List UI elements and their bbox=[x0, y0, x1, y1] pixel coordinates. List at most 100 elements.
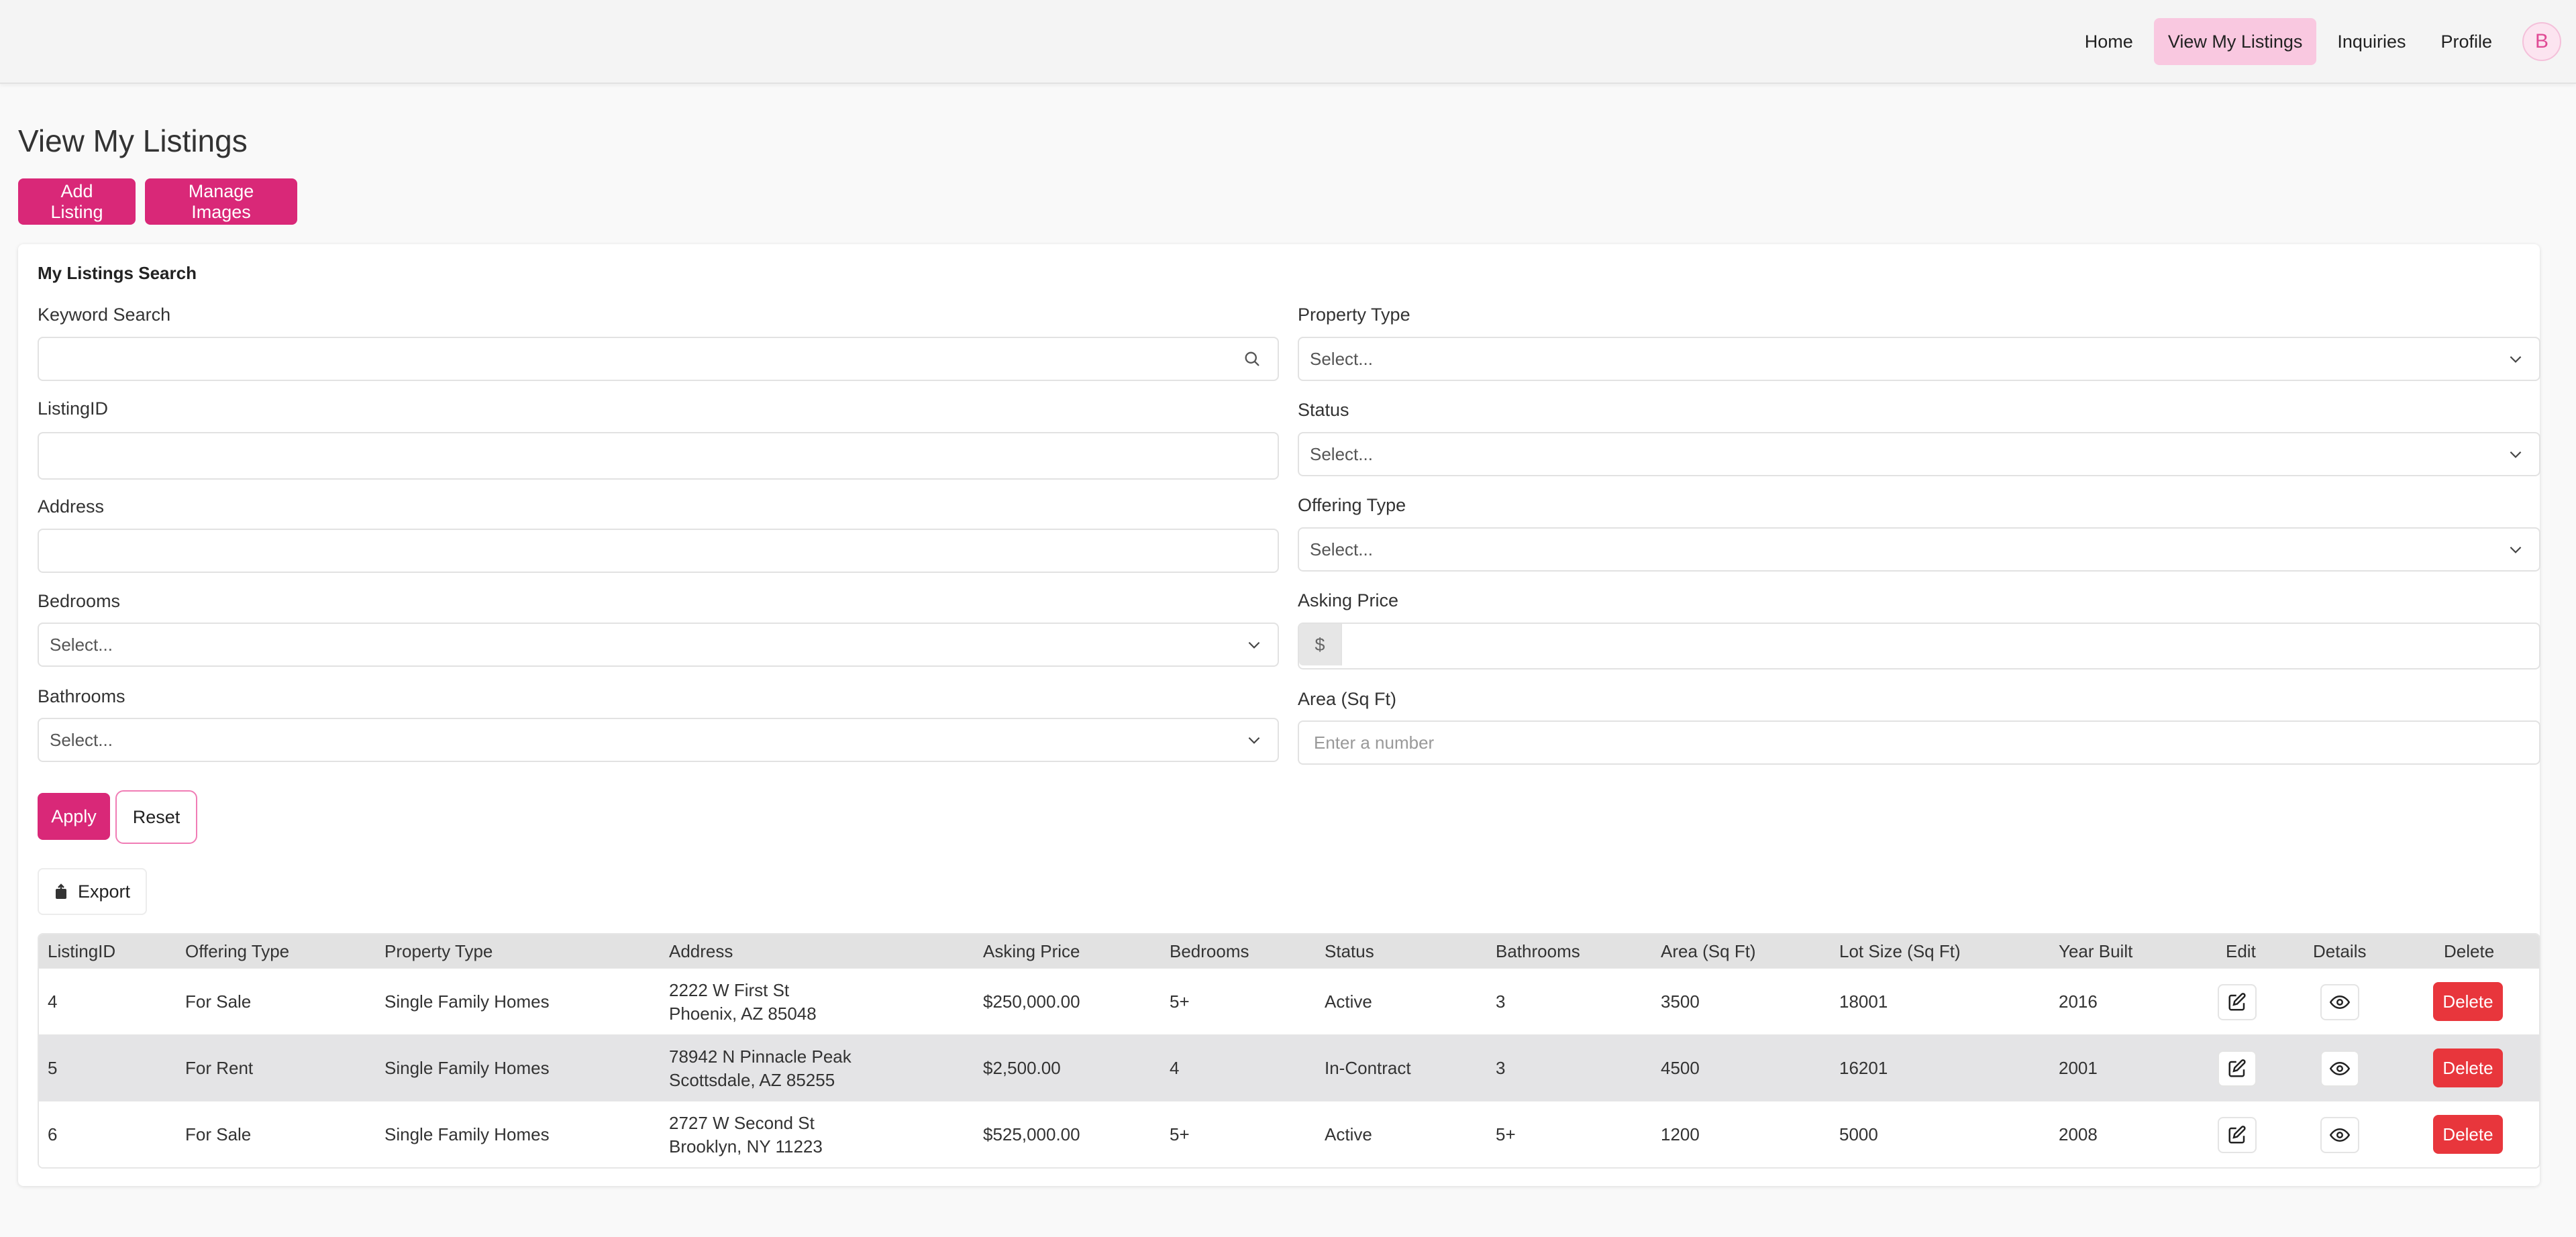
apply-button[interactable]: Apply bbox=[38, 793, 110, 840]
th-area[interactable]: Area (Sq Ft) bbox=[1661, 934, 1756, 968]
th-edit: Edit bbox=[2226, 941, 2256, 961]
cell-property-type: Single Family Homes bbox=[384, 1124, 550, 1144]
th-year-built[interactable]: Year Built bbox=[2059, 934, 2132, 968]
bedrooms-label: Bedrooms bbox=[38, 591, 121, 611]
listings-search-card: My Listings Search Keyword Search Listin… bbox=[18, 244, 2540, 1186]
chevron-down-icon bbox=[2510, 356, 2522, 363]
eye-icon bbox=[2330, 1061, 2350, 1076]
manage-images-button[interactable]: Manage Images bbox=[145, 178, 297, 225]
th-bedrooms[interactable]: Bedrooms bbox=[1170, 934, 1249, 968]
add-listing-button[interactable]: Add Listing bbox=[18, 178, 136, 225]
address-label: Address bbox=[38, 496, 105, 517]
property-type-label: Property Type bbox=[1298, 305, 1410, 325]
reset-button[interactable]: Reset bbox=[115, 790, 197, 844]
cell-listing-id: 5 bbox=[48, 1058, 58, 1078]
address-input[interactable] bbox=[38, 529, 1279, 573]
address-line-2: Phoenix, AZ 85048 bbox=[669, 1003, 817, 1024]
cell-year-built: 2008 bbox=[2059, 1124, 2098, 1144]
details-button[interactable] bbox=[2320, 1117, 2359, 1153]
cell-year-built: 2016 bbox=[2059, 991, 2098, 1012]
address-line-1: 2222 W First St bbox=[669, 979, 790, 1000]
cell-bedrooms: 5+ bbox=[1170, 991, 1190, 1012]
currency-addon: $ bbox=[1299, 624, 1342, 665]
cell-bathrooms: 3 bbox=[1496, 1058, 1506, 1078]
bathrooms-value: Select... bbox=[50, 730, 113, 750]
cell-lot-size: 16201 bbox=[1839, 1058, 1888, 1078]
cell-offering-type: For Rent bbox=[185, 1058, 254, 1078]
offering-type-value: Select... bbox=[1310, 539, 1373, 559]
nav-view-my-listings[interactable]: View My Listings bbox=[2153, 18, 2317, 65]
property-type-value: Select... bbox=[1310, 349, 1373, 369]
export-icon bbox=[56, 883, 66, 899]
cell-offering-type: For Sale bbox=[185, 1124, 252, 1144]
cell-offering-type: For Sale bbox=[185, 991, 252, 1012]
nav-profile[interactable]: Profile bbox=[2426, 18, 2506, 65]
status-label: Status bbox=[1298, 400, 1349, 420]
cell-area: 3500 bbox=[1661, 991, 1700, 1012]
area-input[interactable]: Enter a number bbox=[1298, 720, 2540, 765]
cell-asking-price: $525,000.00 bbox=[983, 1124, 1080, 1144]
avatar[interactable]: B bbox=[2522, 22, 2561, 61]
address-line-1: 78942 N Pinnacle Peak bbox=[669, 1046, 852, 1067]
listing-id-input[interactable] bbox=[38, 432, 1279, 480]
edit-button[interactable] bbox=[2218, 984, 2257, 1020]
th-asking-price[interactable]: Asking Price bbox=[983, 934, 1080, 968]
address-line-2: Brooklyn, NY 11223 bbox=[669, 1136, 823, 1157]
top-nav: Home View My Listings Inquiries Profile … bbox=[0, 0, 2576, 84]
bathrooms-select[interactable]: Select... bbox=[38, 718, 1279, 762]
th-address[interactable]: Address bbox=[669, 934, 733, 968]
keyword-search-label: Keyword Search bbox=[38, 305, 171, 325]
cell-status: Active bbox=[1325, 1124, 1372, 1144]
asking-price-input[interactable]: $ bbox=[1298, 623, 2540, 669]
address-line-1: 2727 W Second St bbox=[669, 1112, 815, 1133]
th-listing-id[interactable]: ListingID bbox=[48, 934, 115, 968]
th-status[interactable]: Status bbox=[1325, 934, 1374, 968]
nav-home[interactable]: Home bbox=[2071, 18, 2147, 65]
property-type-select[interactable]: Select... bbox=[1298, 337, 2540, 381]
bedrooms-value: Select... bbox=[50, 635, 113, 655]
export-button[interactable]: Export bbox=[38, 868, 147, 915]
edit-button[interactable] bbox=[2218, 1051, 2257, 1087]
export-label: Export bbox=[78, 881, 131, 902]
asking-price-label: Asking Price bbox=[1298, 590, 1399, 610]
delete-button[interactable]: Delete bbox=[2433, 982, 2503, 1021]
offering-type-select[interactable]: Select... bbox=[1298, 527, 2540, 572]
bedrooms-select[interactable]: Select... bbox=[38, 623, 1279, 667]
chevron-down-icon bbox=[2510, 546, 2522, 553]
cell-asking-price: $250,000.00 bbox=[983, 991, 1080, 1012]
th-bathrooms[interactable]: Bathrooms bbox=[1496, 934, 1580, 968]
status-value: Select... bbox=[1310, 444, 1373, 464]
details-button[interactable] bbox=[2320, 984, 2359, 1020]
cell-lot-size: 18001 bbox=[1839, 991, 1888, 1012]
nav-inquiries[interactable]: Inquiries bbox=[2323, 18, 2420, 65]
area-label: Area (Sq Ft) bbox=[1298, 689, 1397, 709]
th-offering-type[interactable]: Offering Type bbox=[185, 934, 289, 968]
th-lot-size[interactable]: Lot Size (Sq Ft) bbox=[1839, 934, 1961, 968]
delete-button[interactable]: Delete bbox=[2433, 1048, 2503, 1087]
keyword-search-input[interactable] bbox=[38, 337, 1279, 381]
th-details: Details bbox=[2313, 941, 2367, 961]
edit-icon bbox=[2228, 1126, 2246, 1144]
search-icon bbox=[1245, 352, 1259, 366]
delete-button[interactable]: Delete bbox=[2433, 1115, 2503, 1154]
chevron-down-icon bbox=[1248, 641, 1260, 649]
cell-asking-price: $2,500.00 bbox=[983, 1058, 1061, 1078]
cell-property-type: Single Family Homes bbox=[384, 1058, 550, 1078]
edit-icon bbox=[2228, 993, 2246, 1011]
cell-address: 2727 W Second St Brooklyn, NY 11223 bbox=[669, 1101, 823, 1167]
th-property-type[interactable]: Property Type bbox=[384, 934, 493, 968]
details-button[interactable] bbox=[2320, 1051, 2359, 1087]
offering-type-label: Offering Type bbox=[1298, 495, 1406, 515]
cell-listing-id: 6 bbox=[48, 1124, 58, 1144]
cell-listing-id: 4 bbox=[48, 991, 58, 1012]
bathrooms-label: Bathrooms bbox=[38, 686, 125, 706]
cell-area: 4500 bbox=[1661, 1058, 1700, 1078]
cell-year-built: 2001 bbox=[2059, 1058, 2098, 1078]
cell-area: 1200 bbox=[1661, 1124, 1700, 1144]
status-select[interactable]: Select... bbox=[1298, 432, 2540, 476]
th-delete: Delete bbox=[2444, 941, 2495, 961]
cell-address: 2222 W First St Phoenix, AZ 85048 bbox=[669, 969, 817, 1035]
edit-button[interactable] bbox=[2218, 1117, 2257, 1153]
cell-status: In-Contract bbox=[1325, 1058, 1411, 1078]
table-row: 5 For Rent Single Family Homes 78942 N P… bbox=[39, 1034, 2539, 1101]
